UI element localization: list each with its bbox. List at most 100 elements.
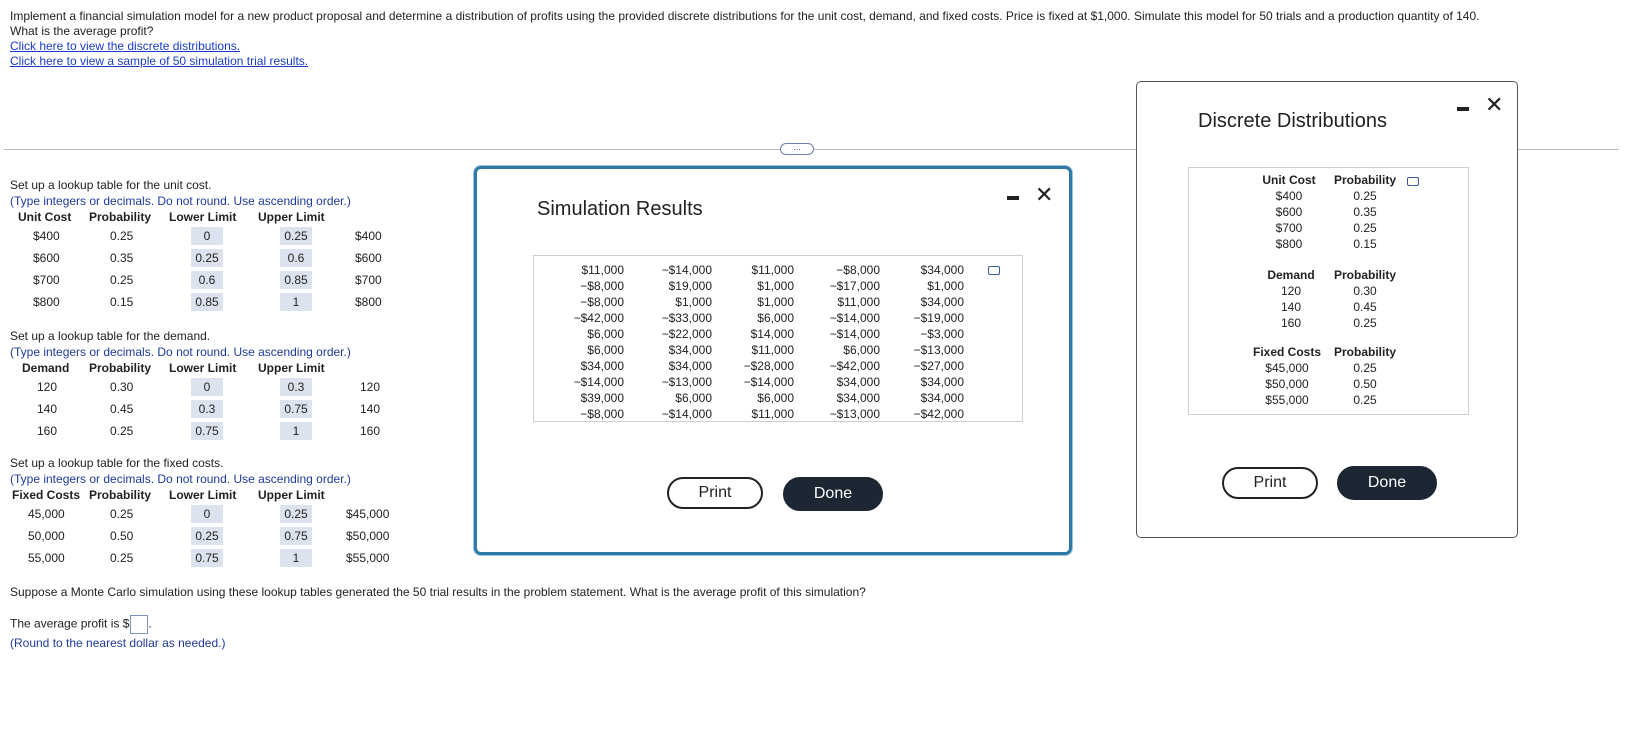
unit-cost-lower-input[interactable]: 0.25 <box>191 249 223 267</box>
copy-icon[interactable] <box>988 266 1000 275</box>
fixed-lower-input[interactable]: 0 <box>191 505 223 523</box>
view-distributions-link[interactable]: Click here to view the discrete distribu… <box>10 39 240 53</box>
demand-lower-input[interactable]: 0.75 <box>191 422 223 440</box>
unit-cost-result: $600 <box>355 251 382 265</box>
problem-question: What is the average profit? <box>10 24 154 38</box>
fixed-header-value: Fixed Costs <box>12 488 81 502</box>
answer-suffix: . <box>148 616 152 631</box>
fixed-result: $55,000 <box>346 551 390 565</box>
fixed-value: 55,000 <box>28 551 65 565</box>
fixed-lower-input[interactable]: 0.25 <box>191 527 223 545</box>
unit-cost-header-prob: Probability <box>89 210 152 224</box>
distributions-table: Unit Cost $400 $600 $700 $800 Probability 0… <box>1188 167 1469 415</box>
unit-cost-title: Set up a lookup table for the unit cost. <box>10 178 212 192</box>
unit-cost-value: $600 <box>33 251 60 265</box>
fixed-upper-input[interactable]: 0.25 <box>280 505 312 523</box>
fixed-result: $45,000 <box>346 507 390 521</box>
fixed-hint: (Type integers or decimals. Do not round… <box>10 472 351 486</box>
close-icon[interactable]: ✕ <box>1485 94 1503 116</box>
demand-lower-input[interactable]: 0.3 <box>191 400 223 418</box>
demand-prob-column: Probability 0.30 0.45 0.25 <box>1333 268 1396 330</box>
average-profit-input[interactable] <box>130 615 149 634</box>
demand-header-lower: Lower Limit <box>169 361 237 375</box>
unit-cost-lower-input[interactable]: 0 <box>191 227 223 245</box>
results-column: $11,000 −$8,000 −$8,000 −$42,000 $6,000 $6,00… <box>573 263 624 421</box>
demand-header-prob: Probability <box>89 361 152 375</box>
demand-result: 160 <box>360 424 381 438</box>
unit-cost-prob: 0.25 <box>110 273 134 287</box>
discrete-distributions-modal: Discrete Distributions ✕ Unit Cost $400 $… <box>1136 81 1518 538</box>
unit-cost-upper-input[interactable]: 0.6 <box>280 249 312 267</box>
results-column: $11,000 $1,000 $1,000 $6,000 $14,000 $11,000−… <box>743 263 794 421</box>
fixed-prob: 0.50 <box>110 529 134 543</box>
fixed-prob: 0.25 <box>110 507 134 521</box>
fixed-upper-input[interactable]: 1 <box>280 549 312 567</box>
problem-statement: Implement a financial simulation model f… <box>10 9 1610 69</box>
simulation-results-title: Simulation Results <box>537 198 703 220</box>
unit-cost-result: $800 <box>355 295 382 309</box>
demand-value: 160 <box>37 424 58 438</box>
demand-upper-input[interactable]: 1 <box>280 422 312 440</box>
fixed-prob: 0.25 <box>110 551 134 565</box>
print-button[interactable]: Print <box>667 477 763 509</box>
demand-prob: 0.45 <box>110 402 134 416</box>
unit-cost-result: $700 <box>355 273 382 287</box>
fixed-value: 50,000 <box>28 529 65 543</box>
problem-text: Implement a financial simulation model f… <box>10 9 1480 23</box>
demand-prob: 0.30 <box>110 380 134 394</box>
fixed-title: Set up a lookup table for the fixed cost… <box>10 456 224 470</box>
unit-cost-prob: 0.35 <box>110 251 134 265</box>
done-button[interactable]: Done <box>1337 466 1437 500</box>
unit-cost-prob-column: Probability 0.25 0.35 0.25 0.15 <box>1333 173 1396 251</box>
fixed-header-lower: Lower Limit <box>169 488 237 502</box>
discrete-distributions-title: Discrete Distributions <box>1198 110 1387 132</box>
fixed-header-prob: Probability <box>89 488 152 502</box>
fixed-value: 45,000 <box>28 507 65 521</box>
demand-upper-input[interactable]: 0.3 <box>280 378 312 396</box>
minimize-icon[interactable] <box>1007 196 1019 200</box>
done-button[interactable]: Done <box>783 477 883 511</box>
demand-hint: (Type integers or decimals. Do not round… <box>10 345 351 359</box>
unit-cost-result: $400 <box>355 229 382 243</box>
results-column: −$14,000 $19,000 $1,000 −$33,000 −$22,000 $34… <box>661 263 712 421</box>
unit-cost-column: Unit Cost $400 $600 $700 $800 <box>1262 173 1316 251</box>
unit-cost-upper-input[interactable]: 0.85 <box>280 271 312 289</box>
demand-header-upper: Upper Limit <box>258 361 325 375</box>
fixed-header-upper: Upper Limit <box>258 488 325 502</box>
unit-cost-upper-input[interactable]: 0.25 <box>280 227 312 245</box>
demand-lower-input[interactable]: 0 <box>191 378 223 396</box>
more-button[interactable]: ... <box>780 143 814 155</box>
unit-cost-lower-input[interactable]: 0.85 <box>191 293 223 311</box>
fixed-costs-prob-column: Probability 0.25 0.50 0.25 <box>1333 345 1396 407</box>
unit-cost-upper-input[interactable]: 1 <box>280 293 312 311</box>
demand-prob: 0.25 <box>110 424 134 438</box>
answer-note: (Round to the nearest dollar as needed.) <box>10 636 226 650</box>
view-results-link[interactable]: Click here to view a sample of 50 simula… <box>10 54 308 68</box>
results-column: −$8,000 −$17,000 $11,000 −$14,000 −$14,000 $6… <box>829 263 880 421</box>
demand-value: 120 <box>37 380 58 394</box>
print-button[interactable]: Print <box>1222 467 1318 499</box>
demand-title: Set up a lookup table for the demand. <box>10 329 211 343</box>
simulation-results-modal: Simulation Results ✕ $11,000 −$8,000 −$8,0… <box>474 166 1072 555</box>
unit-cost-value: $400 <box>33 229 60 243</box>
fixed-result: $50,000 <box>346 529 390 543</box>
demand-result: 140 <box>360 402 381 416</box>
question-text: Suppose a Monte Carlo simulation using t… <box>10 585 866 599</box>
copy-icon[interactable] <box>1407 177 1419 186</box>
unit-cost-header-value: Unit Cost <box>18 210 72 224</box>
demand-result: 120 <box>360 380 381 394</box>
unit-cost-value: $700 <box>33 273 60 287</box>
answer-prefix: The average profit is $ <box>10 616 130 631</box>
unit-cost-prob: 0.25 <box>110 229 134 243</box>
unit-cost-lower-input[interactable]: 0.6 <box>191 271 223 289</box>
fixed-upper-input[interactable]: 0.75 <box>280 527 312 545</box>
close-icon[interactable]: ✕ <box>1035 184 1053 206</box>
demand-upper-input[interactable]: 0.75 <box>280 400 312 418</box>
unit-cost-hint: (Type integers or decimals. Do not round… <box>10 194 351 208</box>
fixed-lower-input[interactable]: 0.75 <box>191 549 223 567</box>
demand-value: 140 <box>37 402 58 416</box>
minimize-icon[interactable] <box>1457 107 1469 111</box>
unit-cost-header-lower: Lower Limit <box>169 210 237 224</box>
unit-cost-prob: 0.15 <box>110 295 134 309</box>
results-column: $34,000 $1,000 $34,000 −$19,000 −$3,000 −$13,… <box>913 263 964 421</box>
